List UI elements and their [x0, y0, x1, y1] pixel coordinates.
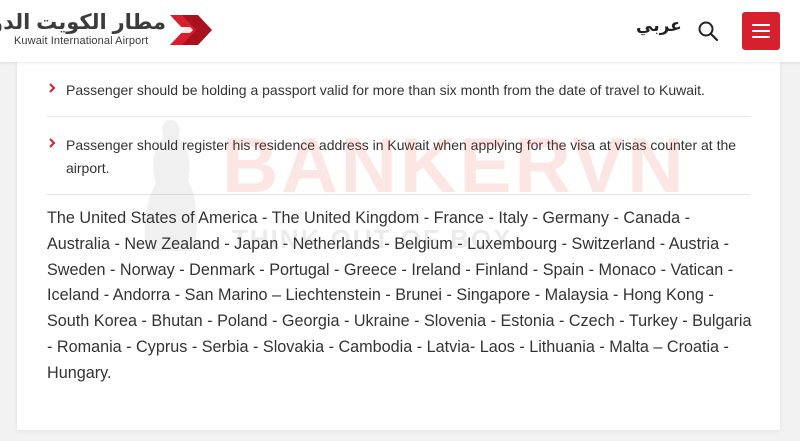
language-switch-link[interactable]: عربي [636, 16, 682, 36]
menu-bar-line [752, 30, 770, 32]
requirement-item: Passenger should register his residence … [47, 117, 750, 195]
hamburger-menu-button[interactable] [742, 12, 780, 50]
requirement-text: Passenger should be holding a passport v… [66, 82, 705, 98]
requirements-list: Passenger should be holding a passport v… [47, 62, 750, 195]
chevron-right-icon [49, 83, 56, 93]
menu-bar-line [752, 36, 770, 38]
requirement-text: Passenger should register his residence … [66, 137, 737, 176]
kuwait-airport-logo[interactable]: مطار الكويت الدولي Kuwait International … [0, 10, 214, 54]
airport-chevron-logo-icon [170, 15, 212, 45]
eligible-countries-list: The United States of America - The Unite… [47, 209, 752, 382]
requirement-item: Passenger should be holding a passport v… [47, 62, 750, 117]
logo-arabic-text: مطار الكويت الدولي [0, 11, 166, 34]
site-header: مطار الكويت الدولي Kuwait International … [0, 0, 800, 62]
search-icon[interactable] [697, 20, 719, 42]
menu-bar-line [752, 24, 770, 26]
chevron-right-icon [49, 138, 56, 148]
visa-info-card: Passenger should be holding a passport v… [17, 52, 780, 430]
logo-english-text: Kuwait International Airport [14, 35, 149, 47]
